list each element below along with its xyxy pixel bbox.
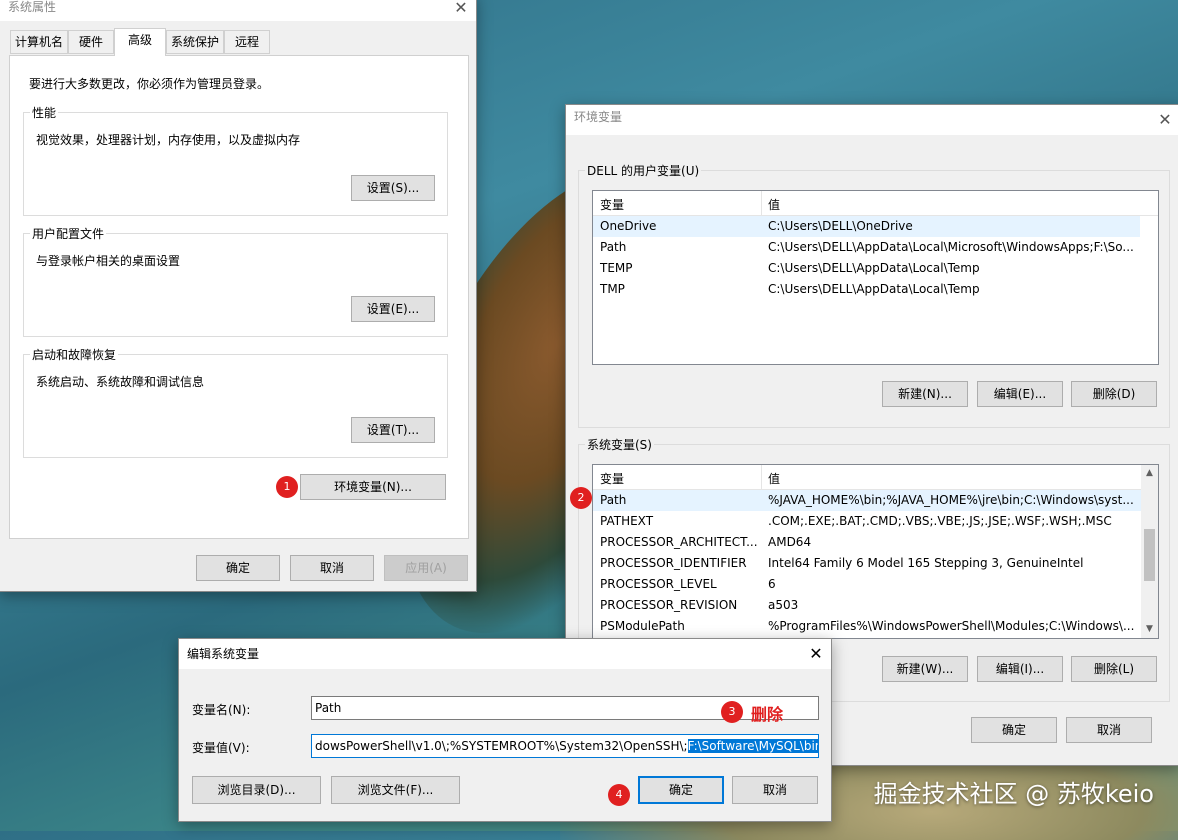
step-marker-3: 3 — [721, 701, 743, 723]
step-marker-2: 2 — [570, 487, 592, 509]
vertical-scrollbar[interactable]: ▲ ▼ — [1141, 465, 1158, 638]
group-description: 与登录帐户相关的桌面设置 — [36, 254, 181, 268]
column-header-value[interactable]: 值 — [768, 196, 780, 213]
watermark: 掘金技术社区 @ 苏牧keio — [873, 780, 1154, 808]
admin-note: 要进行大多数更改，你必须作为管理员登录。 — [29, 77, 270, 91]
group-label: DELL 的用户变量(U) — [585, 162, 702, 179]
cancel-button[interactable]: 取消 — [1066, 717, 1152, 743]
column-header-variable[interactable]: 变量 — [600, 196, 624, 213]
performance-group: 性能 视觉效果，处理器计划，内存使用，以及虚拟内存 设置(S)... — [23, 104, 448, 216]
window-title: 系统属性 — [0, 0, 476, 21]
window-title: 环境变量 — [566, 105, 1178, 135]
environment-variables-button[interactable]: 环境变量(N)... — [300, 474, 446, 500]
list-item[interactable]: PROCESSOR_ARCHITECT... AMD64 — [593, 532, 1141, 553]
variable-value-input[interactable]: dowsPowerShell\v1.0\;%SYSTEMROOT%\System… — [311, 734, 819, 758]
scroll-thumb[interactable] — [1144, 529, 1155, 581]
tab-hardware[interactable]: 硬件 — [68, 30, 114, 54]
tab-system-protection[interactable]: 系统保护 — [166, 30, 224, 54]
startup-recovery-group: 启动和故障恢复 系统启动、系统故障和调试信息 设置(T)... — [23, 346, 448, 458]
group-label: 启动和故障恢复 — [30, 346, 119, 363]
window-title: 编辑系统变量 — [179, 639, 831, 669]
close-icon[interactable]: ✕ — [801, 641, 831, 669]
variable-name-input[interactable]: Path — [311, 696, 819, 720]
tab-advanced[interactable]: 高级 — [114, 28, 166, 56]
ok-button[interactable]: 确定 — [638, 776, 724, 804]
list-item[interactable]: TMP C:\Users\DELL\AppData\Local\Temp — [593, 279, 1140, 300]
chevron-down-icon[interactable]: ▼ — [1141, 621, 1158, 638]
tab-panel: 要进行大多数更改，你必须作为管理员登录。 性能 视觉效果，处理器计划，内存使用，… — [9, 55, 469, 539]
group-description: 视觉效果，处理器计划，内存使用，以及虚拟内存 — [36, 133, 301, 147]
variable-name-label: 变量名(N): — [192, 703, 251, 717]
value-text: dowsPowerShell\v1.0\;%SYSTEMROOT%\System… — [315, 739, 688, 753]
ok-button[interactable]: 确定 — [971, 717, 1057, 743]
list-header: 变量 值 — [593, 465, 1158, 490]
system-new-button[interactable]: 新建(W)... — [882, 656, 968, 682]
cancel-button[interactable]: 取消 — [290, 555, 374, 581]
group-description: 系统启动、系统故障和调试信息 — [36, 375, 205, 389]
selected-value-text: F:\Software\MySQL\bin; — [687, 739, 818, 753]
user-edit-button[interactable]: 编辑(E)... — [977, 381, 1063, 407]
close-icon[interactable]: ✕ — [1150, 107, 1178, 135]
tab-computer-name[interactable]: 计算机名 — [10, 30, 68, 54]
apply-button[interactable]: 应用(A) — [384, 555, 468, 581]
group-label: 用户配置文件 — [30, 225, 107, 242]
chevron-up-icon[interactable]: ▲ — [1141, 465, 1158, 482]
column-separator — [761, 465, 762, 489]
column-separator — [761, 191, 762, 215]
user-profile-group: 用户配置文件 与登录帐户相关的桌面设置 设置(E)... — [23, 225, 448, 337]
list-item[interactable]: PROCESSOR_LEVEL 6 — [593, 574, 1141, 595]
list-header: 变量 值 — [593, 191, 1158, 216]
list-item[interactable]: OneDrive C:\Users\DELL\OneDrive — [593, 216, 1140, 237]
browse-directory-button[interactable]: 浏览目录(D)... — [192, 776, 321, 804]
performance-settings-button[interactable]: 设置(S)... — [351, 175, 435, 201]
column-header-variable[interactable]: 变量 — [600, 470, 624, 487]
list-item[interactable]: PROCESSOR_REVISION a503 — [593, 595, 1141, 616]
list-item[interactable]: PSModulePath %ProgramFiles%\WindowsPowerS… — [593, 616, 1141, 637]
ok-button[interactable]: 确定 — [196, 555, 280, 581]
column-header-value[interactable]: 值 — [768, 470, 780, 487]
step-marker-4: 4 — [608, 784, 630, 806]
startup-settings-button[interactable]: 设置(T)... — [351, 417, 435, 443]
group-label: 系统变量(S) — [585, 436, 654, 453]
system-properties-window: 系统属性 ✕ 计算机名 硬件 高级 系统保护 远程 要进行大多数更改，你必须作为… — [0, 0, 477, 592]
close-icon[interactable]: ✕ — [446, 0, 476, 23]
list-item[interactable]: PROCESSOR_IDENTIFIER Intel64 Family 6 Mod… — [593, 553, 1141, 574]
group-label: 性能 — [30, 104, 59, 121]
user-variables-list[interactable]: 变量 值 OneDrive C:\Users\DELL\OneDrive Path… — [592, 190, 1159, 365]
cancel-button[interactable]: 取消 — [732, 776, 818, 804]
user-new-button[interactable]: 新建(N)... — [882, 381, 968, 407]
user-delete-button[interactable]: 删除(D) — [1071, 381, 1157, 407]
list-item[interactable]: TEMP C:\Users\DELL\AppData\Local\Temp — [593, 258, 1140, 279]
system-delete-button[interactable]: 删除(L) — [1071, 656, 1157, 682]
tab-remote[interactable]: 远程 — [224, 30, 270, 54]
list-item[interactable]: PATHEXT .COM;.EXE;.BAT;.CMD;.VBS;.VBE;.JS… — [593, 511, 1141, 532]
edit-system-variable-dialog: 编辑系统变量 ✕ 变量名(N): Path 变量值(V): dowsPowerS… — [178, 638, 832, 822]
delete-annotation: 删除 — [751, 705, 784, 724]
list-item[interactable]: Path C:\Users\DELL\AppData\Local\Microsof… — [593, 237, 1140, 258]
user-variables-group: DELL 的用户变量(U) 变量 值 OneDrive C:\Users\DELL… — [578, 162, 1170, 428]
variable-value-label: 变量值(V): — [192, 741, 250, 755]
system-edit-button[interactable]: 编辑(I)... — [977, 656, 1063, 682]
browse-file-button[interactable]: 浏览文件(F)... — [331, 776, 460, 804]
system-variables-list[interactable]: 变量 值 Path %JAVA_HOME%\bin;%JAVA_HOME%\jre… — [592, 464, 1159, 639]
step-marker-1: 1 — [276, 476, 298, 498]
list-item[interactable]: Path %JAVA_HOME%\bin;%JAVA_HOME%\jre\bin;… — [593, 490, 1141, 511]
profile-settings-button[interactable]: 设置(E)... — [351, 296, 435, 322]
